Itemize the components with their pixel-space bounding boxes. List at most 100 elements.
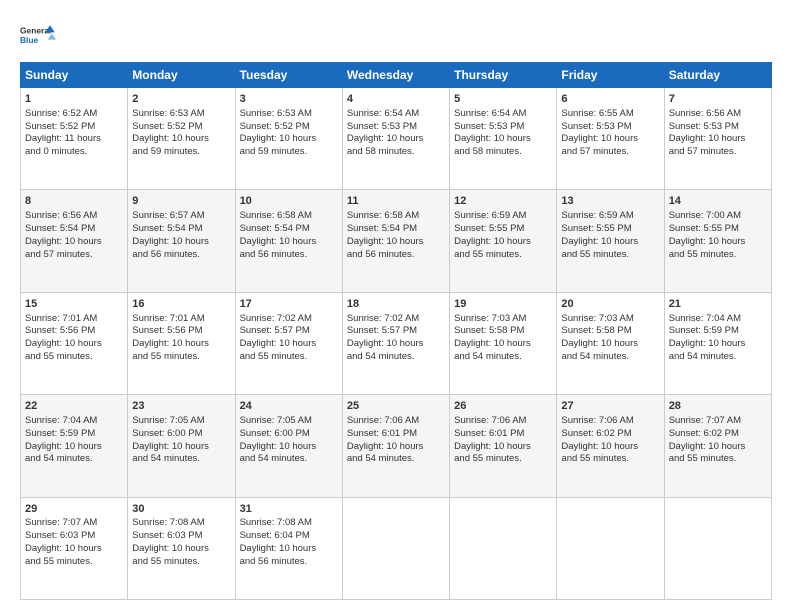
day-info: Sunset: 6:03 PM [25,530,123,543]
day-number: 7 [669,92,767,107]
day-info: Sunset: 5:57 PM [347,325,445,338]
day-info: Sunset: 5:54 PM [240,223,338,236]
day-number: 28 [669,399,767,414]
calendar-cell: 18Sunrise: 7:02 AMSunset: 5:57 PMDayligh… [342,292,449,394]
day-info: Daylight: 10 hours [347,236,445,249]
calendar-cell: 26Sunrise: 7:06 AMSunset: 6:01 PMDayligh… [450,395,557,497]
day-info: Sunset: 5:53 PM [669,121,767,134]
day-info: Sunrise: 7:04 AM [25,415,123,428]
calendar-cell: 16Sunrise: 7:01 AMSunset: 5:56 PMDayligh… [128,292,235,394]
calendar-cell: 13Sunrise: 6:59 AMSunset: 5:55 PMDayligh… [557,190,664,292]
day-number: 21 [669,297,767,312]
day-info: and 54 minutes. [561,351,659,364]
day-info: Daylight: 10 hours [669,338,767,351]
day-info: Daylight: 10 hours [132,441,230,454]
day-info: Sunset: 6:03 PM [132,530,230,543]
day-number: 25 [347,399,445,414]
day-number: 22 [25,399,123,414]
day-info: Sunset: 5:53 PM [454,121,552,134]
day-number: 12 [454,194,552,209]
day-info: Sunset: 6:00 PM [132,428,230,441]
day-number: 16 [132,297,230,312]
day-number: 10 [240,194,338,209]
day-info: and 55 minutes. [25,556,123,569]
day-info: Sunrise: 6:54 AM [454,108,552,121]
day-info: Daylight: 10 hours [240,133,338,146]
day-number: 1 [25,92,123,107]
calendar-cell: 2Sunrise: 6:53 AMSunset: 5:52 PMDaylight… [128,88,235,190]
day-number: 8 [25,194,123,209]
day-info: Daylight: 10 hours [132,338,230,351]
day-info: and 58 minutes. [454,146,552,159]
day-number: 29 [25,502,123,517]
day-info: Sunset: 5:55 PM [561,223,659,236]
day-info: Sunset: 6:01 PM [347,428,445,441]
calendar-cell: 21Sunrise: 7:04 AMSunset: 5:59 PMDayligh… [664,292,771,394]
day-info: Daylight: 10 hours [240,441,338,454]
calendar-cell: 23Sunrise: 7:05 AMSunset: 6:00 PMDayligh… [128,395,235,497]
day-info: Sunset: 5:57 PM [240,325,338,338]
day-header-saturday: Saturday [664,63,771,88]
day-info: Daylight: 10 hours [25,236,123,249]
day-info: and 54 minutes. [347,453,445,466]
day-info: and 56 minutes. [347,249,445,262]
calendar-cell [557,497,664,599]
day-info: Daylight: 10 hours [25,543,123,556]
calendar-week-row: 15Sunrise: 7:01 AMSunset: 5:56 PMDayligh… [21,292,772,394]
day-info: Sunset: 6:02 PM [669,428,767,441]
day-info: Sunrise: 6:58 AM [240,210,338,223]
day-info: and 54 minutes. [25,453,123,466]
calendar-table: SundayMondayTuesdayWednesdayThursdayFrid… [20,62,772,600]
day-number: 4 [347,92,445,107]
day-info: and 54 minutes. [132,453,230,466]
day-info: and 59 minutes. [132,146,230,159]
day-info: Daylight: 10 hours [347,338,445,351]
calendar-cell: 8Sunrise: 6:56 AMSunset: 5:54 PMDaylight… [21,190,128,292]
day-info: Sunset: 6:02 PM [561,428,659,441]
day-info: and 55 minutes. [25,351,123,364]
day-number: 5 [454,92,552,107]
day-info: Sunrise: 6:59 AM [454,210,552,223]
day-info: and 54 minutes. [240,453,338,466]
day-info: Daylight: 10 hours [240,543,338,556]
calendar-week-row: 8Sunrise: 6:56 AM Sunset: 5:54 PM Daylight… [21,190,772,292]
day-info: Sunset: 5:59 PM [25,428,123,441]
day-number: 15 [25,297,123,312]
day-info: Sunset: 5:53 PM [347,121,445,134]
day-info: Sunrise: 7:04 AM [669,313,767,326]
day-number: 13 [561,194,659,209]
calendar-cell: 28Sunrise: 7:07 AMSunset: 6:02 PMDayligh… [664,395,771,497]
day-number: 17 [240,297,338,312]
day-info: Daylight: 10 hours [454,441,552,454]
calendar-cell: 3Sunrise: 6:53 AMSunset: 5:52 PMDaylight… [235,88,342,190]
day-info: Sunrise: 7:05 AM [132,415,230,428]
day-info: Sunrise: 7:07 AM [25,517,123,530]
day-info: Sunset: 5:52 PM [240,121,338,134]
day-info: and 55 minutes. [669,249,767,262]
day-info: Sunrise: 6:56 AM [25,210,123,223]
day-info: Sunrise: 7:06 AM [561,415,659,428]
calendar-cell: 30Sunrise: 7:08 AMSunset: 6:03 PMDayligh… [128,497,235,599]
day-number: 23 [132,399,230,414]
day-info: Daylight: 10 hours [669,133,767,146]
day-number: 19 [454,297,552,312]
day-info: Sunrise: 6:56 AM [669,108,767,121]
calendar-cell [450,497,557,599]
day-number: 2 [132,92,230,107]
day-number: 27 [561,399,659,414]
day-info: Daylight: 10 hours [25,441,123,454]
day-info: Daylight: 10 hours [347,441,445,454]
day-info: Sunset: 5:53 PM [561,121,659,134]
day-header-wednesday: Wednesday [342,63,449,88]
calendar-header-row: SundayMondayTuesdayWednesdayThursdayFrid… [21,63,772,88]
calendar-cell: 27Sunrise: 7:06 AMSunset: 6:02 PMDayligh… [557,395,664,497]
calendar-cell: 20Sunrise: 7:03 AMSunset: 5:58 PMDayligh… [557,292,664,394]
day-info: Sunset: 5:52 PM [25,121,123,134]
calendar-cell: 29Sunrise: 7:07 AMSunset: 6:03 PMDayligh… [21,497,128,599]
day-info: Daylight: 10 hours [347,133,445,146]
calendar-cell: 10Sunrise: 6:58 AMSunset: 5:54 PMDayligh… [235,190,342,292]
day-info: Sunrise: 7:00 AM [669,210,767,223]
day-info: Sunrise: 7:07 AM [669,415,767,428]
day-info: and 57 minutes. [669,146,767,159]
day-info: Sunset: 5:55 PM [669,223,767,236]
